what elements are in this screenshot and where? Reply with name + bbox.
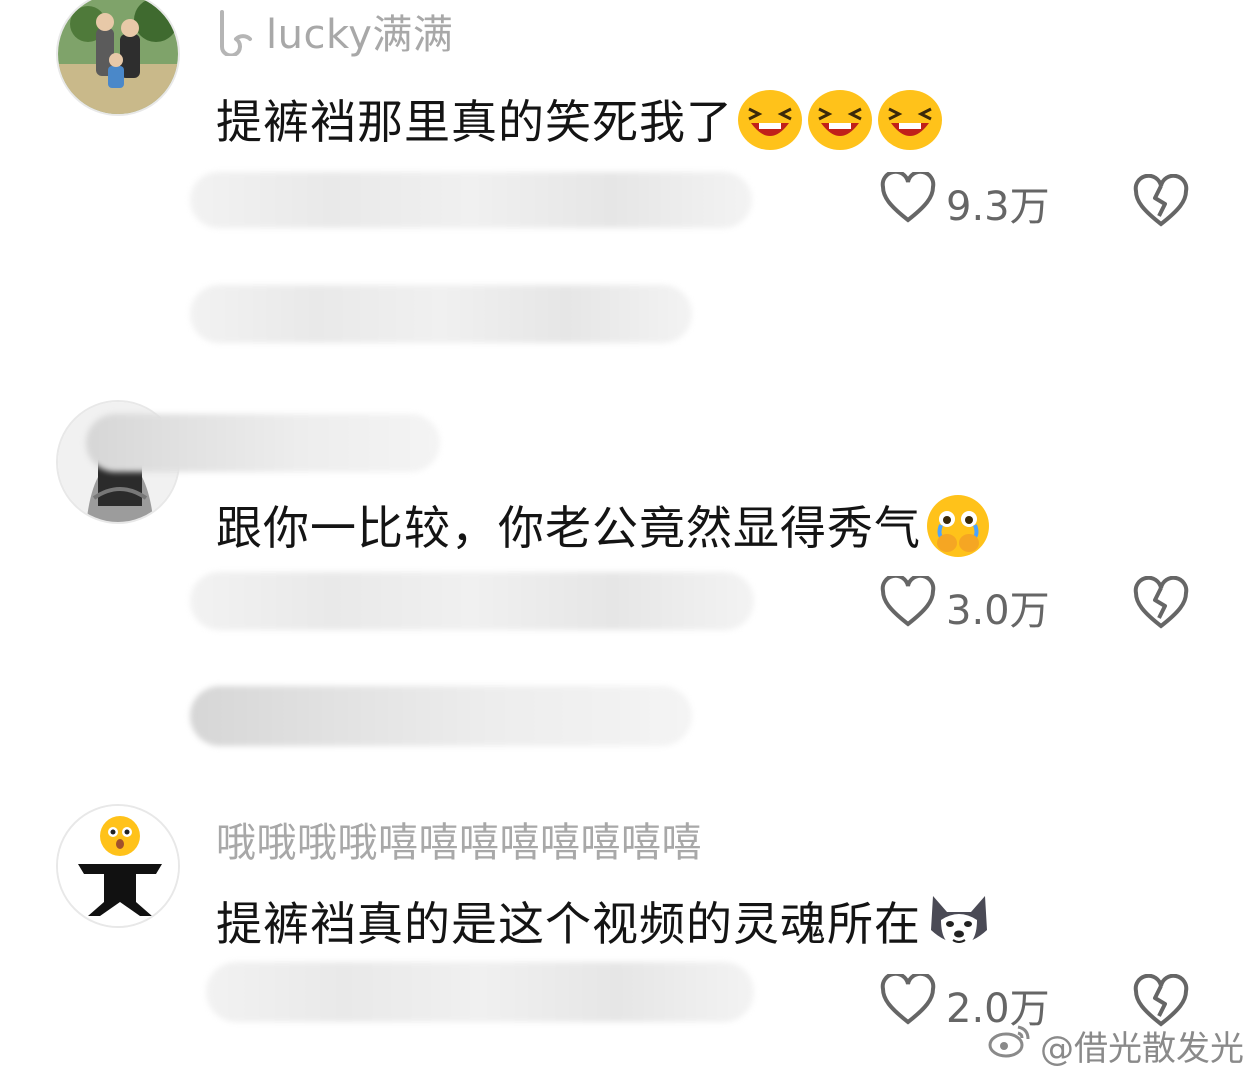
broken-heart-icon [1132,575,1190,634]
redacted-meta [190,172,752,228]
avatar[interactable] [56,0,180,116]
laughing-face-icon [877,89,943,162]
watermark: @借光散发光 [988,1021,1244,1070]
heart-icon [880,169,936,234]
username-text: 哦哦哦哦嘻嘻嘻嘻嘻嘻嘻嘻 [216,820,702,866]
comment-item: lucky满满 提裤裆那里真的笑死我了 9.3万 [0,0,1258,380]
heart-icon [880,971,936,1036]
comment-text: 跟你一比较，你老公竟然显得秀气 [216,492,991,570]
like-button[interactable]: 3.0万 [880,573,1050,638]
avatar[interactable] [56,804,180,928]
laughing-face-icon [737,89,803,162]
tiktok-badge-icon [216,8,256,66]
husky-dog-face-icon [925,890,993,965]
comment-text: 提裤裆那里真的笑死我了 [216,86,943,162]
username[interactable]: 哦哦哦哦嘻嘻嘻嘻嘻嘻嘻嘻 [216,810,702,868]
like-button[interactable]: 9.3万 [880,169,1050,234]
redacted-replies [190,285,692,343]
redacted-username [86,414,440,472]
redacted-replies [190,686,692,746]
dislike-button[interactable] [1132,173,1190,232]
redacted-meta [206,962,754,1022]
broken-heart-icon [1132,173,1190,232]
comment-text-content: 提裤裆那里真的笑死我了 [216,95,733,149]
comment-text-content: 跟你一比较，你老公竟然显得秀气 [216,501,921,555]
dislike-button[interactable] [1132,575,1190,634]
like-count: 3.0万 [946,588,1050,634]
comment-text-content: 提裤裆真的是这个视频的灵魂所在 [216,897,921,951]
weibo-logo-icon [988,1023,1032,1068]
crying-face-icon [925,493,991,570]
like-count: 9.3万 [946,184,1050,230]
redacted-meta [190,572,754,630]
watermark-text: @借光散发光 [1040,1029,1244,1069]
comment-text: 提裤裆真的是这个视频的灵魂所在 [216,888,993,965]
comment-item: 跟你一比较，你老公竟然显得秀气 3.0万 [0,400,1258,780]
username-text: lucky满满 [266,12,454,58]
heart-icon [880,573,936,638]
username[interactable]: lucky满满 [216,2,453,66]
laughing-face-icon [807,89,873,162]
